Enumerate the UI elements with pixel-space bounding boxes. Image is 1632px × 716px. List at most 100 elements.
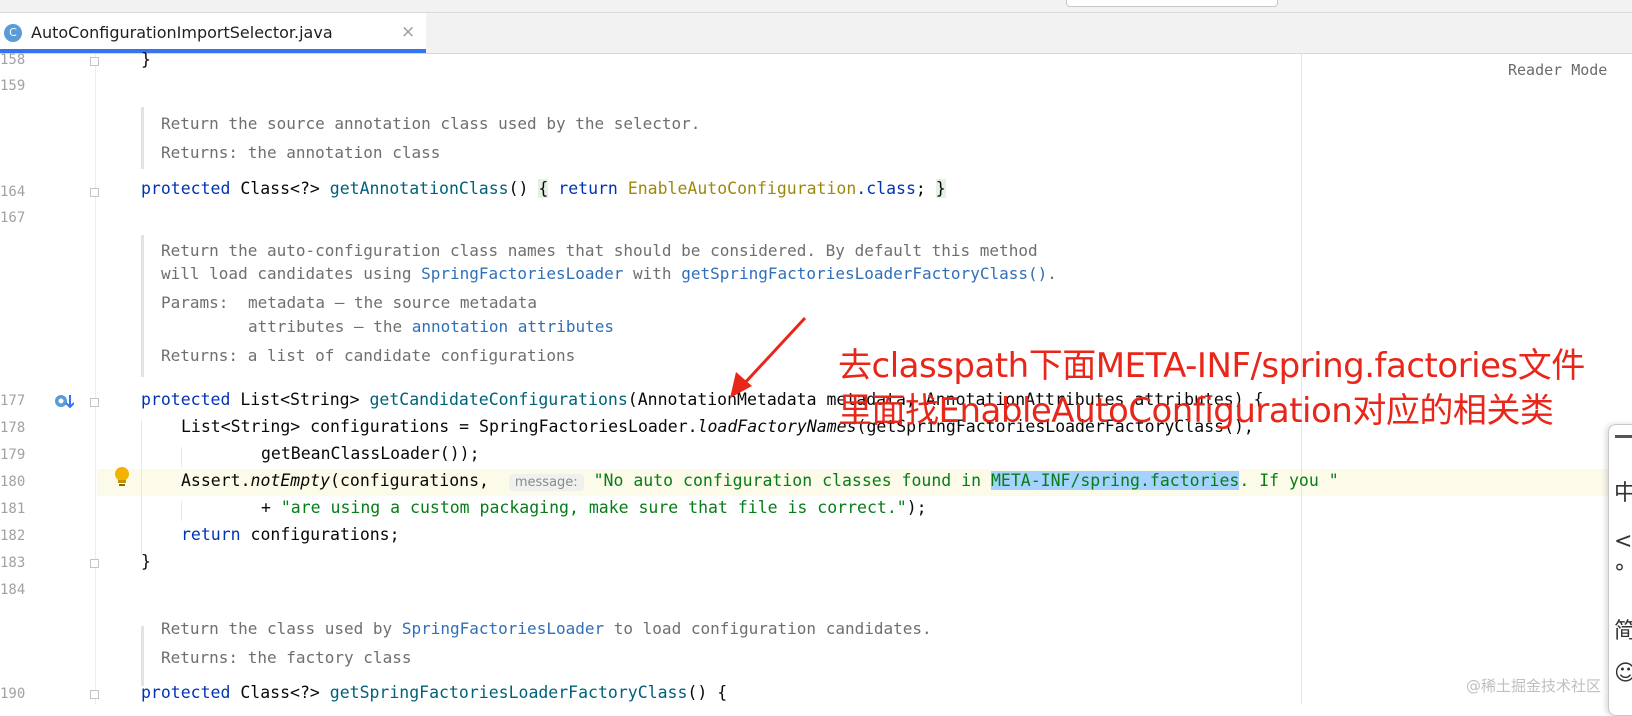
keyword: protected: [141, 683, 231, 702]
red-arrow-annotation: [730, 316, 807, 398]
fold-marker[interactable]: [90, 188, 99, 197]
doc-params-label: Params:: [161, 293, 229, 312]
doc-returns: Returns: the annotation class: [161, 143, 440, 162]
static-method-call[interactable]: notEmpty: [251, 471, 330, 490]
doc-block-bar: [141, 626, 144, 686]
line-number: 183: [0, 555, 26, 571]
annotation-text-line1: 去classpath下面META-INF/spring.factories文件: [838, 346, 1585, 386]
fold-gutter-line: [95, 54, 96, 704]
doc-returns: Returns: a list of candidate configurati…: [161, 346, 575, 365]
method-name[interactable]: getCandidateConfigurations: [370, 390, 628, 409]
doc-text: Return the auto-configuration class name…: [161, 241, 1038, 260]
doc-link[interactable]: SpringFactoriesLoader: [421, 264, 623, 283]
code-line-190: protected Class<?> getSpringFactoriesLoa…: [141, 683, 727, 702]
type-name: Class<?>: [240, 179, 320, 198]
type-name: Class<?>: [240, 683, 320, 702]
doc-returns-label: Returns:: [161, 648, 239, 667]
line-number: 180: [0, 474, 26, 490]
doc-param: attributes – the annotation attributes: [248, 317, 614, 336]
indent-guide: [181, 447, 182, 467]
code-line-181: + "are using a custom packaging, make su…: [261, 498, 927, 517]
doc-text-part: to load configuration candidates.: [613, 619, 932, 638]
line-number: 179: [0, 447, 26, 463]
folded-brace[interactable]: }: [935, 179, 946, 198]
fold-marker[interactable]: [90, 559, 99, 568]
fold-marker[interactable]: [90, 57, 99, 66]
folded-brace[interactable]: {: [538, 179, 549, 198]
doc-text: will load candidates using SpringFactori…: [161, 264, 1057, 283]
indent-guide: [181, 501, 182, 521]
type-name: List<String>: [240, 390, 360, 409]
code-part: Assert.: [181, 471, 251, 490]
doc-text-part: will load candidates using: [161, 264, 412, 283]
toolbar-search-field[interactable]: [1066, 0, 1278, 7]
doc-returns: Returns: the factory class: [161, 648, 411, 667]
lightbulb-icon[interactable]: [114, 466, 130, 488]
class-literal: .class: [856, 179, 916, 198]
doc-block-bar: [141, 107, 144, 169]
doc-text-part: .: [1047, 264, 1057, 283]
line-number: 167: [0, 210, 26, 226]
editor-tab-bar: C AutoConfigurationImportSelector.java ×: [0, 13, 1632, 54]
doc-text: Return the class used by SpringFactories…: [161, 619, 932, 638]
doc-text: Return the source annotation class used …: [161, 114, 701, 133]
keyword: return: [558, 179, 618, 198]
method-name[interactable]: getSpringFactoriesLoaderFactoryClass: [330, 683, 688, 702]
watermark: @稀土掘金技术社区: [1466, 677, 1602, 695]
top-toolbar: [0, 0, 1632, 13]
fold-marker[interactable]: [90, 398, 99, 407]
code-part: List<String> configurations = SpringFact…: [181, 417, 698, 436]
method-name[interactable]: getAnnotationClass: [330, 179, 509, 198]
ime-punct-icon[interactable]: °: [1614, 561, 1625, 586]
line-number: 164: [0, 184, 26, 200]
doc-link[interactable]: annotation attributes: [412, 317, 614, 336]
tab-title: AutoConfigurationImportSelector.java: [31, 23, 333, 42]
reader-mode-button[interactable]: Reader Mode: [1508, 61, 1607, 79]
code-line-179: getBeanClassLoader());: [261, 444, 480, 463]
code-line-158: }: [141, 50, 151, 69]
parens: (): [508, 179, 529, 198]
ime-side-panel[interactable]: 中 < ° 简 ☺: [1608, 424, 1632, 716]
indent-guide: [141, 420, 142, 555]
doc-link[interactable]: getSpringFactoriesLoaderFactoryClass(): [681, 264, 1047, 283]
selected-text[interactable]: META-INF/spring.factories: [990, 471, 1240, 490]
tab-autoconfigurationimportselector[interactable]: C AutoConfigurationImportSelector.java ×: [0, 13, 426, 53]
code-part: () {: [687, 683, 728, 702]
keyword: protected: [141, 390, 231, 409]
ime-simplified-icon[interactable]: 简: [1614, 613, 1632, 645]
line-number: 158: [0, 52, 26, 68]
doc-returns-text: the factory class: [247, 648, 412, 667]
parameter-hint: message:: [508, 474, 584, 491]
code-line-180: Assert.notEmpty(configurations, message:…: [181, 471, 1339, 491]
doc-text-part: with: [633, 264, 672, 283]
doc-returns-text: a list of candidate configurations: [247, 346, 576, 365]
ime-arrow-icon[interactable]: <: [1614, 529, 1632, 554]
operator: +: [261, 498, 271, 517]
doc-returns-label: Returns:: [161, 143, 239, 162]
string-part: "No auto configuration classes found in: [593, 471, 991, 490]
line-number: 182: [0, 528, 26, 544]
line-number: 190: [0, 686, 26, 702]
ime-chinese-icon[interactable]: 中: [1614, 475, 1632, 507]
line-number: 178: [0, 420, 26, 436]
annotation-text-line2: 里面找EnableAutoConfiguration对应的相关类: [838, 391, 1554, 431]
static-method-call[interactable]: loadFactoryNames: [698, 417, 857, 436]
code-part: );: [906, 498, 927, 517]
string-part: . If you ": [1239, 471, 1339, 490]
semicolon: ;: [915, 179, 926, 198]
line-number: 184: [0, 582, 26, 598]
panel-handle[interactable]: [1615, 435, 1632, 438]
keyword: return: [181, 525, 241, 544]
doc-block-bar: [141, 235, 144, 377]
fold-marker[interactable]: [90, 690, 99, 699]
doc-returns-text: the annotation class: [247, 143, 441, 162]
close-icon[interactable]: ×: [401, 22, 415, 42]
implemented-method-icon[interactable]: [54, 392, 74, 410]
code-line-164: protected Class<?> getAnnotationClass() …: [141, 179, 946, 198]
doc-link[interactable]: SpringFactoriesLoader: [402, 619, 604, 638]
annotation-class[interactable]: EnableAutoConfiguration: [628, 179, 856, 198]
ime-emoji-icon[interactable]: ☺: [1614, 661, 1632, 686]
doc-text-part: attributes – the: [248, 317, 403, 336]
line-number: 177: [0, 393, 26, 409]
java-class-icon: C: [4, 24, 22, 42]
